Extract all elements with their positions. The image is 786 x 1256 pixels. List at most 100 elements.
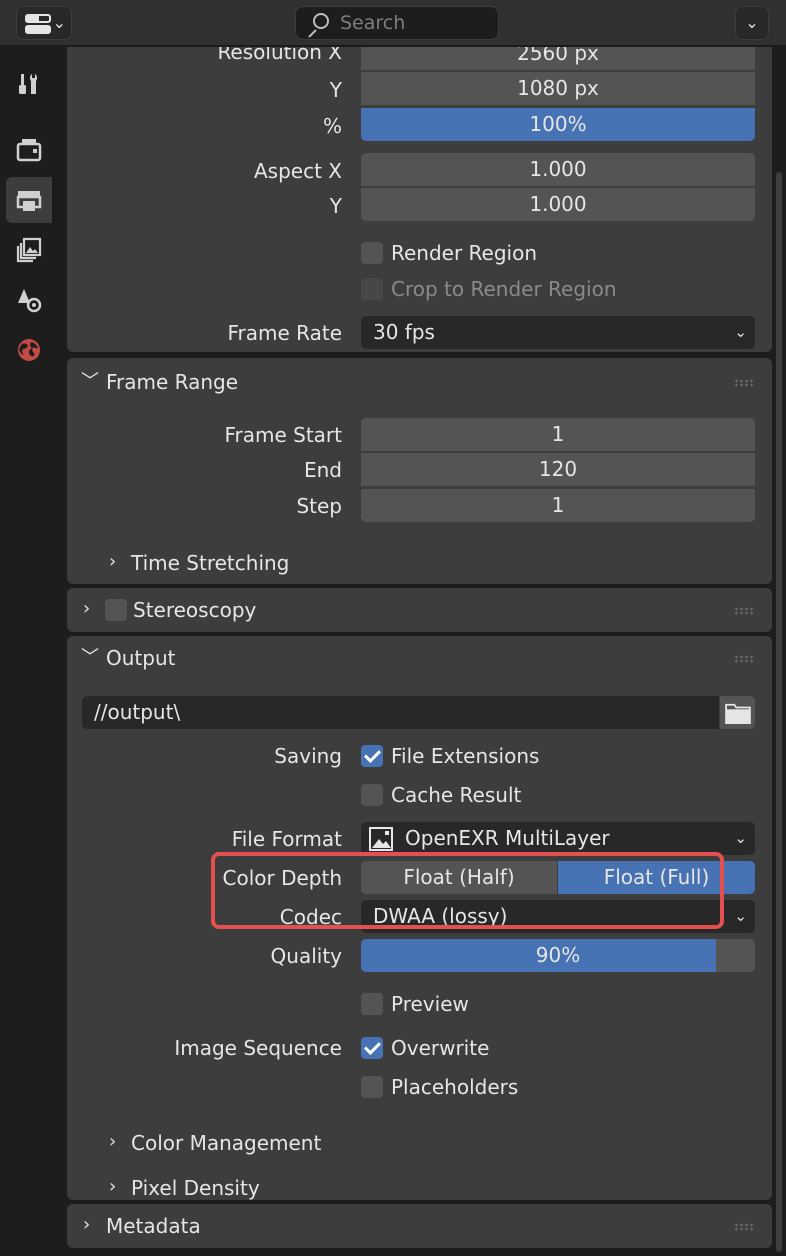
file-extensions-checkbox[interactable] (361, 745, 383, 767)
image-file-icon (369, 827, 393, 851)
crop-to-render-region-label: Crop to Render Region (391, 277, 617, 301)
cache-result-label: Cache Result (391, 783, 522, 807)
search-box[interactable] (295, 6, 499, 40)
resolution-x-label: Resolution X (217, 47, 342, 64)
frame-step-field[interactable]: 1 (361, 489, 755, 522)
camera-back-icon (16, 139, 42, 162)
collapse-chevron-icon[interactable]: ﹀ (81, 643, 99, 673)
view-layer-tab[interactable] (6, 227, 52, 273)
resolution-percent-slider[interactable]: 100% (361, 108, 755, 141)
output-path-value: //output\ (94, 700, 181, 724)
stereoscopy-checkbox[interactable] (105, 599, 127, 621)
file-format-dropdown[interactable]: OpenEXR MultiLayer ⌄ (361, 822, 755, 855)
options-dropdown-button[interactable]: ⌄ (735, 6, 769, 40)
drag-grip-icon[interactable] (734, 1223, 754, 1231)
editor-type-button[interactable]: ⌄ (16, 6, 72, 40)
codec-dropdown[interactable]: DWAA (lossy) ⌄ (361, 900, 755, 933)
preview-label: Preview (391, 992, 469, 1016)
render-tab[interactable] (6, 127, 52, 173)
frame-rate-value: 30 fps (373, 320, 435, 344)
quality-label: Quality (270, 944, 342, 968)
frame-start-label: Frame Start (224, 423, 342, 447)
properties-main-area[interactable]: Resolution X 2560 px Y 1080 px % 100% As… (54, 47, 786, 1256)
file-extensions-label: File Extensions (391, 744, 540, 768)
aspect-y-label: Y (329, 194, 342, 218)
expand-chevron-icon[interactable]: › (109, 1127, 116, 1157)
search-input[interactable] (340, 11, 490, 35)
tool-tab[interactable] (6, 61, 52, 107)
chevron-down-icon: ⌄ (734, 323, 747, 341)
cone-sphere-icon (18, 289, 42, 313)
drag-grip-icon[interactable] (734, 379, 754, 387)
output-panel: ﹀ Output //output\ Saving File Extension… (67, 636, 772, 1200)
color-management-subpanel[interactable]: Color Management (131, 1128, 321, 1158)
chevron-down-icon: ⌄ (52, 13, 66, 32)
pixel-density-subpanel[interactable]: Pixel Density (131, 1173, 260, 1203)
frame-end-label: End (303, 458, 342, 482)
browse-folder-button[interactable] (720, 696, 755, 729)
frame-start-field[interactable]: 1 (361, 418, 755, 451)
overwrite-label: Overwrite (391, 1036, 490, 1060)
metadata-panel: › Metadata (67, 1204, 772, 1248)
color-depth-half-option[interactable]: Float (Half) (361, 861, 557, 894)
time-stretching-subpanel[interactable]: Time Stretching (131, 548, 289, 578)
overwrite-checkbox[interactable] (361, 1037, 383, 1059)
aspect-x-field[interactable]: 1.000 (361, 153, 755, 186)
resolution-y-label: Y (329, 78, 342, 102)
render-region-label: Render Region (391, 241, 538, 265)
cache-result-checkbox[interactable] (361, 784, 383, 806)
scrollbar[interactable] (776, 172, 782, 1252)
codec-label: Codec (279, 905, 342, 929)
placeholders-label: Placeholders (391, 1075, 519, 1099)
drag-grip-icon[interactable] (734, 655, 754, 663)
saving-label: Saving (274, 744, 342, 768)
aspect-y-field[interactable]: 1.000 (361, 188, 755, 221)
properties-editor-icon (25, 14, 51, 34)
drag-grip-icon[interactable] (734, 607, 754, 615)
expand-chevron-icon[interactable]: › (83, 594, 90, 624)
properties-tabs (0, 47, 54, 1256)
image-sequence-label: Image Sequence (174, 1036, 342, 1060)
output-path-input[interactable]: //output\ (82, 696, 719, 729)
file-format-label: File Format (231, 827, 342, 851)
frame-range-title[interactable]: Frame Range (106, 367, 238, 397)
color-depth-label: Color Depth (222, 866, 343, 890)
output-title[interactable]: Output (106, 643, 175, 673)
chevron-down-icon: ⌄ (734, 907, 747, 925)
expand-chevron-icon[interactable]: › (109, 1172, 116, 1202)
color-depth-full-option[interactable]: Float (Full) (558, 861, 755, 894)
chevron-down-icon: ⌄ (734, 829, 747, 847)
placeholders-checkbox[interactable] (361, 1076, 383, 1098)
crop-to-render-region-checkbox[interactable] (361, 278, 383, 300)
output-tab[interactable] (6, 177, 52, 223)
world-tab[interactable] (6, 327, 52, 373)
aspect-x-label: Aspect X (254, 159, 342, 183)
frame-range-panel: ﹀ Frame Range Frame Start 1 End 120 Step… (67, 358, 772, 584)
frame-rate-label: Frame Rate (227, 321, 342, 345)
resolution-x-field[interactable]: 2560 px (361, 47, 755, 70)
render-region-checkbox[interactable] (361, 242, 383, 264)
printer-icon (16, 191, 42, 211)
resolution-y-field[interactable]: 1080 px (361, 72, 755, 105)
frame-end-field[interactable]: 120 (361, 453, 755, 486)
frame-step-label: Step (296, 494, 342, 518)
scene-tab[interactable] (6, 277, 52, 323)
images-stack-icon (16, 237, 42, 263)
quality-slider[interactable]: 90% (361, 939, 755, 972)
quality-value: 90% (535, 943, 581, 967)
frame-rate-dropdown[interactable]: 30 fps ⌄ (361, 316, 755, 349)
preview-checkbox[interactable] (361, 993, 383, 1015)
globe-icon (18, 339, 40, 361)
stereoscopy-panel: › Stereoscopy (67, 588, 772, 632)
format-panel: Resolution X 2560 px Y 1080 px % 100% As… (67, 47, 772, 352)
folder-icon (724, 703, 751, 724)
stereoscopy-title[interactable]: Stereoscopy (133, 595, 256, 625)
expand-chevron-icon[interactable]: › (83, 1210, 90, 1240)
properties-header: ⌄ ⌄ (0, 0, 786, 46)
resolution-percent-label: % (322, 114, 342, 138)
codec-value: DWAA (lossy) (373, 904, 508, 928)
metadata-title[interactable]: Metadata (106, 1211, 201, 1241)
expand-chevron-icon[interactable]: › (109, 547, 116, 577)
file-format-value: OpenEXR MultiLayer (405, 826, 610, 850)
collapse-chevron-icon[interactable]: ﹀ (81, 367, 99, 397)
